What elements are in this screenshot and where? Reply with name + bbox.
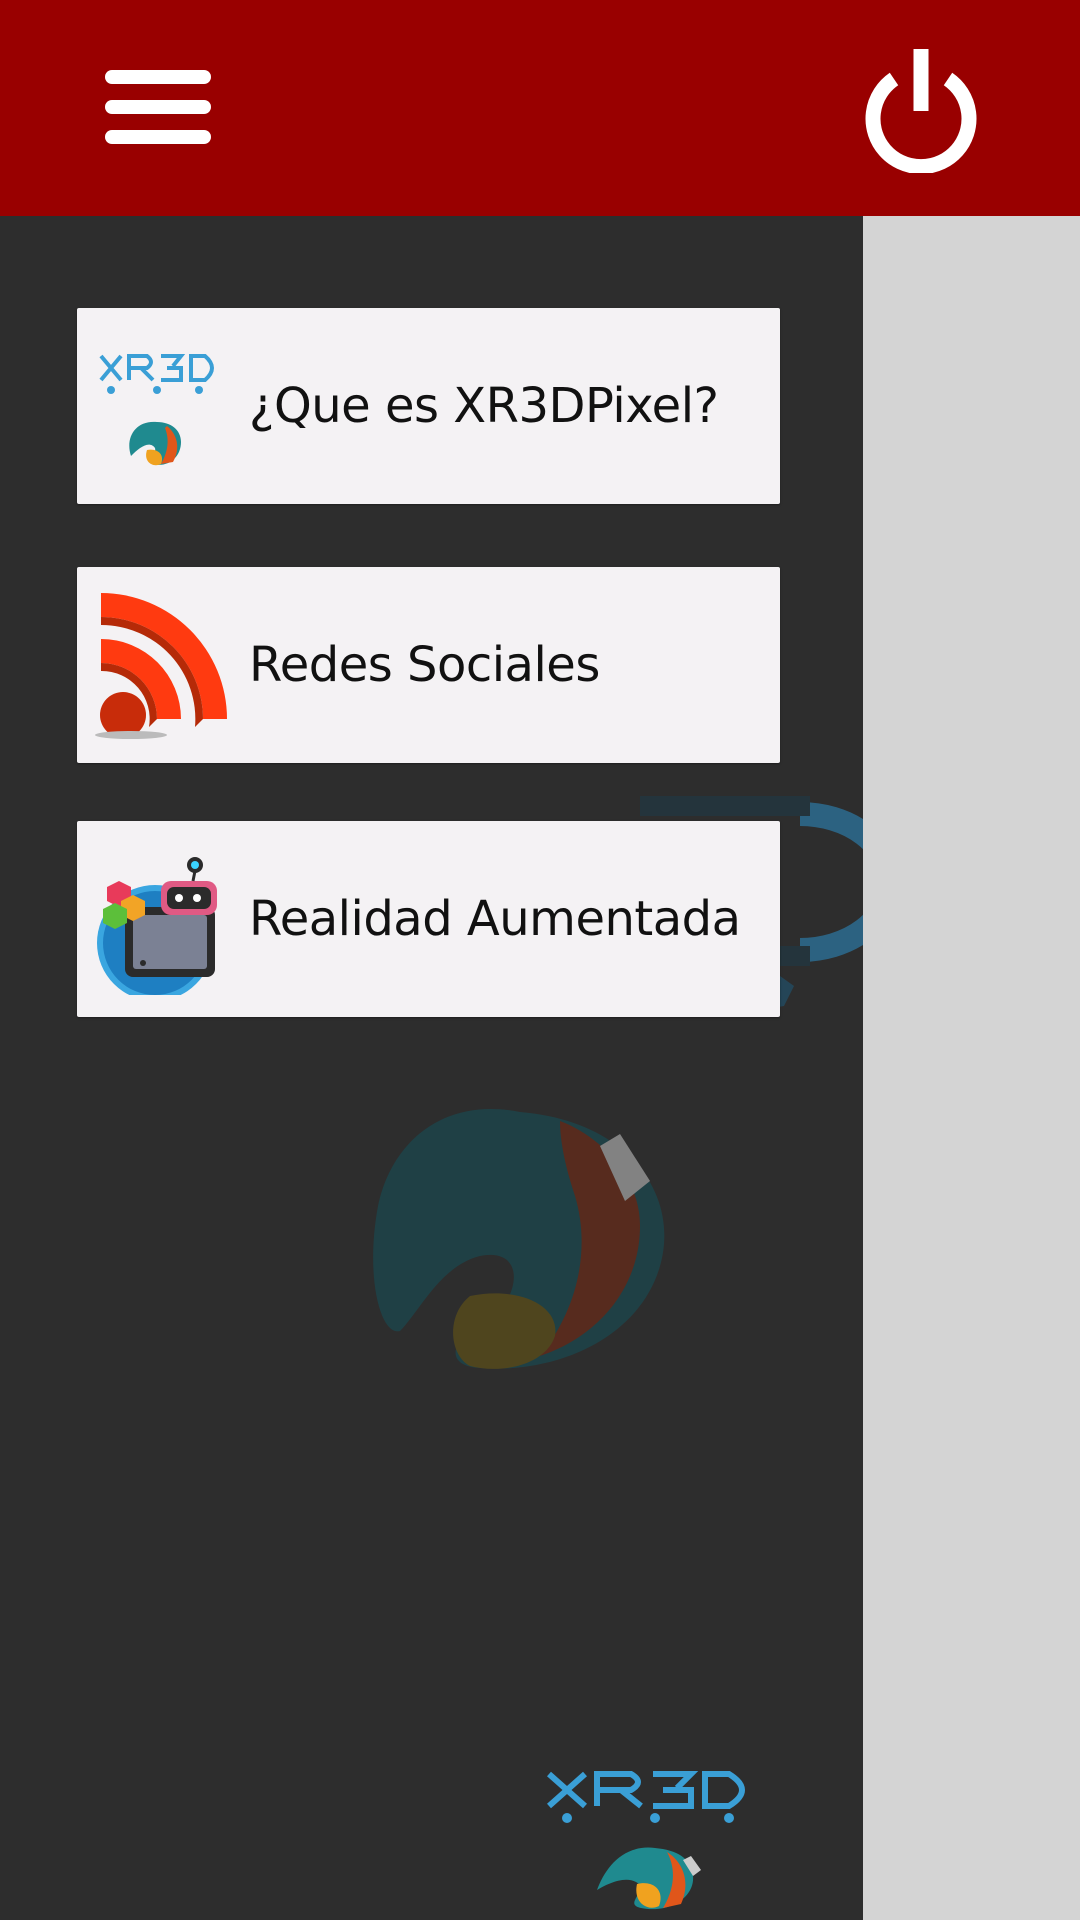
hamburger-menu-icon-bar	[105, 100, 211, 114]
hamburger-menu-icon	[105, 70, 211, 84]
menu-item-label: Redes Sociales	[249, 637, 600, 693]
navigation-drawer: ¿Que es XR3DPixel? Redes Sociales Realid…	[0, 216, 863, 1920]
menu-item-social-networks[interactable]: Redes Sociales	[77, 567, 780, 763]
power-button[interactable]	[860, 45, 982, 175]
rss-feed-icon	[95, 593, 227, 739]
menu-item-about[interactable]: ¿Que es XR3DPixel?	[77, 308, 780, 504]
xr3d-logo-icon	[99, 354, 214, 466]
menu-item-augmented-reality[interactable]: Realidad Aumentada	[77, 821, 780, 1017]
power-icon	[865, 49, 977, 175]
menu-button[interactable]	[100, 62, 216, 152]
app-screen: ¿Que es XR3DPixel? Redes Sociales Realid…	[0, 0, 1080, 1920]
top-app-bar	[0, 0, 1080, 216]
content-backdrop[interactable]	[863, 216, 1080, 1920]
menu-item-label: ¿Que es XR3DPixel?	[249, 378, 719, 434]
xr3d-footer-logo	[547, 1771, 745, 1910]
menu-item-label: Realidad Aumentada	[249, 891, 741, 947]
hamburger-menu-icon-bar	[105, 130, 211, 144]
augmented-reality-icon	[97, 857, 217, 995]
